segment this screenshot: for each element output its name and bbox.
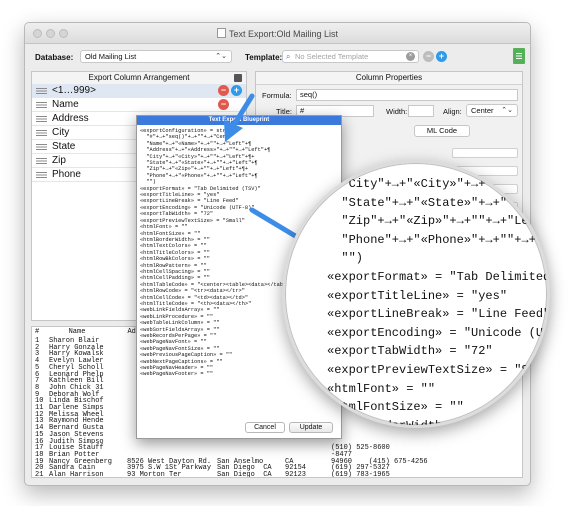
down-arrow-icon — [224, 93, 255, 142]
magnified-code: "City"+→+"«City»"+→+""+→+"Left "State"+→… — [327, 177, 550, 428]
magnifier: "City"+→+"«City»"+→+""+→+"Left "State"+→… — [282, 160, 550, 428]
